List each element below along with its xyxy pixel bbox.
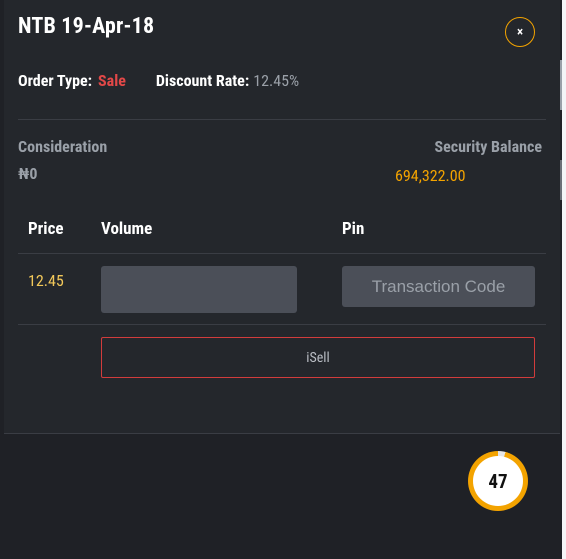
price-column-header: Price: [28, 219, 64, 239]
order-type-label: Order Type:: [18, 71, 93, 90]
divider-top: [18, 119, 546, 120]
security-balance-label: Security Balance: [434, 137, 542, 156]
consideration-label: Consideration: [18, 137, 108, 156]
divider-header: [18, 253, 546, 254]
order-info-row: Order Type: Sale Discount Rate: 12.45%: [18, 71, 299, 90]
discount-rate-value: 12.45%: [253, 71, 300, 90]
countdown-timer: 47: [468, 451, 528, 511]
scrollbar-track-mark: [560, 160, 562, 200]
scrollbar-thumb[interactable]: [560, 60, 562, 110]
countdown-value: 47: [473, 456, 523, 506]
isell-button[interactable]: iSell: [101, 337, 535, 378]
volume-input[interactable]: [101, 266, 297, 313]
pin-column-header: Pin: [342, 219, 365, 239]
security-balance-value: 694,322.00: [395, 166, 466, 185]
order-dialog: NTB 19-Apr-18 × Order Type: Sale Discount …: [4, 0, 560, 434]
volume-column-header: Volume: [101, 219, 153, 239]
consideration-value: ₦0: [18, 164, 38, 183]
order-type-value: Sale: [98, 71, 126, 90]
price-value: 12.45: [28, 271, 64, 290]
discount-rate-label: Discount Rate:: [155, 71, 250, 90]
dialog-title: NTB 19-Apr-18: [18, 14, 155, 39]
close-button[interactable]: ×: [505, 17, 535, 47]
divider-row: [18, 324, 546, 325]
pin-input[interactable]: [342, 266, 535, 307]
app-backdrop: NTB 19-Apr-18 × Order Type: Sale Discount …: [0, 0, 562, 559]
close-icon: ×: [516, 24, 524, 40]
